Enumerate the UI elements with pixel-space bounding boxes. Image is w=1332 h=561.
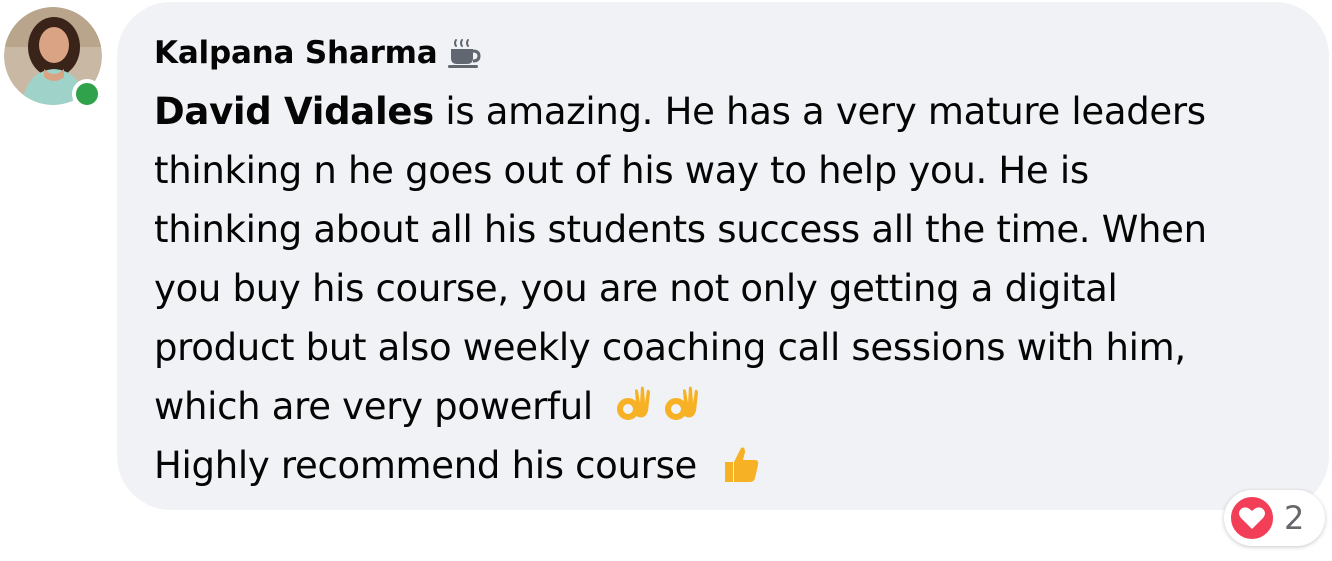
author-name[interactable]: Kalpana Sharma	[154, 35, 438, 71]
comment-line-1: David Vidales is amazing. He has a very …	[154, 82, 1304, 141]
reaction-count: 2	[1284, 499, 1305, 537]
coffee-cup-icon	[448, 39, 481, 68]
comment-line-5: product but also weekly coaching call se…	[154, 326, 1186, 369]
heart-reaction-icon	[1229, 495, 1275, 541]
avatar[interactable]	[4, 7, 102, 109]
comment-author-row: Kalpana Sharma	[154, 30, 481, 76]
comment-text: which are very powerful	[154, 385, 593, 428]
comment-text: Highly recommend his course	[154, 444, 698, 487]
thumbs-up-icon	[724, 447, 758, 482]
comment-line-7: Highly recommend his course	[154, 436, 1304, 495]
ok-hand-icon	[617, 386, 651, 420]
comment-body: David Vidales is amazing. He has a very …	[154, 82, 1304, 495]
comment-text: is amazing. He has a very mature leaders	[433, 90, 1206, 133]
reaction-summary[interactable]: 2	[1224, 490, 1325, 546]
online-status-dot	[72, 79, 102, 109]
comment-line-2: thinking n he goes out of his way to hel…	[154, 149, 1089, 192]
comment-line-6: which are very powerful	[154, 377, 1304, 436]
ok-hand-icon	[665, 386, 699, 420]
mention-link[interactable]: David Vidales	[154, 90, 434, 133]
comment-line-3: thinking about all his students success …	[154, 208, 1207, 251]
comment-line-4: you buy his course, you are not only get…	[154, 267, 1118, 310]
